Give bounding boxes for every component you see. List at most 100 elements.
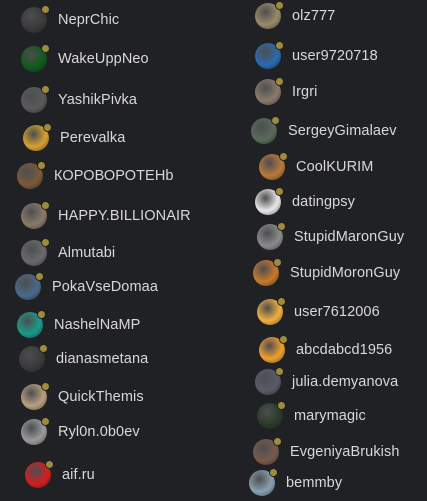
user-item[interactable]: EvgeniyaBrukish [253, 437, 400, 467]
username-label: EvgeniyaBrukish [290, 444, 400, 460]
cartoon-avatar [259, 152, 288, 180]
username-label: abcdabcd1956 [296, 342, 393, 358]
username-label: YashikPivka [58, 92, 138, 108]
status-dot [273, 437, 282, 446]
status-dot [279, 152, 288, 161]
status-dot [41, 5, 50, 14]
status-dot [271, 116, 280, 125]
username-label: bemmby [286, 475, 343, 491]
emoji-face-avatar [259, 335, 288, 363]
status-dot [275, 1, 284, 10]
username-label: SergeyGimalaev [288, 123, 397, 139]
username-label: StupidMoronGuy [290, 265, 401, 281]
status-dot [277, 401, 286, 410]
user-item[interactable]: NeprChic [21, 5, 119, 35]
user-item[interactable]: marymagic [257, 401, 366, 431]
user-item[interactable]: КОРОВОРОТЕНb [17, 161, 174, 191]
status-dot [41, 382, 50, 391]
username-label: CoolKURIM [296, 159, 374, 175]
user-item[interactable]: bemmby [249, 468, 342, 498]
status-dot [41, 201, 50, 210]
username-label: julia.demyanova [292, 374, 399, 390]
person-photo-avatar [21, 238, 50, 266]
status-dot [39, 344, 48, 353]
username-label: NashelNaMP [54, 317, 141, 333]
user-item[interactable]: YashikPivka [21, 85, 137, 115]
user-item[interactable]: WakeUppNeo [21, 44, 149, 74]
user-item[interactable]: Ryl0n.0b0ev [21, 417, 140, 447]
status-dot [275, 187, 284, 196]
user-item[interactable]: StupidMoronGuy [253, 258, 400, 288]
aif-logo-avatar [25, 460, 54, 488]
status-dot [275, 77, 284, 86]
username-label: PokaVseDomaa [52, 279, 158, 295]
person-photo-avatar [255, 187, 284, 215]
username-label: WakeUppNeo [58, 51, 149, 67]
person-photo-avatar [21, 382, 50, 410]
status-dot [275, 367, 284, 376]
status-dot [269, 468, 278, 477]
username-label: Irgri [292, 84, 318, 100]
user-item[interactable]: datingpsy [255, 187, 355, 217]
status-dot [41, 417, 50, 426]
user-item[interactable]: QuickThemis [21, 382, 144, 412]
dark-nature-avatar [257, 401, 286, 429]
person-photo-avatar [21, 85, 50, 113]
landscape-avatar [249, 468, 278, 496]
user-item[interactable]: CoolKURIM [259, 152, 373, 182]
person-photo-avatar [15, 272, 44, 300]
user-item[interactable]: Irgri [255, 77, 317, 107]
status-dot [41, 238, 50, 247]
sketch-avatar [257, 222, 286, 250]
user-item[interactable]: SergeyGimalaev [251, 116, 397, 146]
emoji-face-avatar [257, 297, 286, 325]
user-item[interactable]: HAPPY.BILLIONAIR [21, 201, 191, 231]
robot-avatar [251, 116, 280, 144]
username-label: user9720718 [292, 48, 378, 64]
user-item[interactable]: Almutabi [21, 238, 115, 268]
username-label: QuickThemis [58, 389, 144, 405]
status-dot [37, 161, 46, 170]
user-item[interactable]: StupidMaronGuy [257, 222, 404, 252]
status-dot [279, 335, 288, 344]
username-label: user7612006 [294, 304, 380, 320]
cartoon-avatar [23, 123, 52, 151]
user-item[interactable]: abcdabcd1956 [259, 335, 392, 365]
user-item[interactable]: Perevalka [23, 123, 125, 153]
username-label: datingpsy [292, 194, 355, 210]
user-item[interactable]: PokaVseDomaa [15, 272, 158, 302]
user-item[interactable]: aif.ru [25, 460, 95, 490]
user-item[interactable]: NashelNaMP [17, 310, 140, 340]
person-photo-avatar [21, 201, 50, 229]
username-label: marymagic [294, 408, 366, 424]
status-dot [43, 123, 52, 132]
user-item[interactable]: julia.demyanova [255, 367, 398, 397]
username-label: Almutabi [58, 245, 116, 261]
status-dot [41, 44, 50, 53]
user-item[interactable]: user7612006 [257, 297, 380, 327]
username-label: dianasmetana [56, 351, 149, 367]
user-item[interactable]: olz777 [255, 1, 335, 31]
username-label: StupidMaronGuy [294, 229, 405, 245]
username-label: olz777 [292, 8, 336, 24]
globe-avatar [255, 41, 284, 69]
sketch-avatar [19, 344, 48, 372]
person-photo-avatar [255, 77, 284, 105]
status-dot [45, 460, 54, 469]
username-label: КОРОВОРОТЕНb [54, 168, 174, 184]
user-item[interactable]: user9720718 [255, 41, 378, 71]
username-label: HAPPY.BILLIONAIR [58, 208, 191, 224]
status-dot [277, 222, 286, 231]
person-photo-avatar [17, 161, 46, 189]
status-dot [35, 272, 44, 281]
status-dot [275, 41, 284, 50]
username-label: aif.ru [62, 467, 95, 483]
status-dot [277, 297, 286, 306]
user-item[interactable]: dianasmetana [19, 344, 148, 374]
matrix-code-avatar [21, 44, 50, 72]
person-photo-avatar [253, 437, 282, 465]
status-dot [273, 258, 282, 267]
person-photo-avatar [21, 417, 50, 445]
teal-icon-avatar [17, 310, 46, 338]
username-label: NeprChic [58, 12, 120, 28]
